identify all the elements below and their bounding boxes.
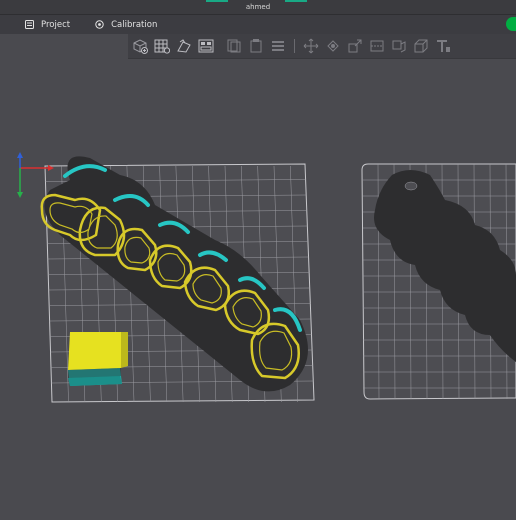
- cut-icon[interactable]: [369, 38, 385, 54]
- add-cube-icon[interactable]: [132, 38, 148, 54]
- connection-status-indicator[interactable]: [506, 17, 516, 31]
- project-tab[interactable]: Project: [25, 20, 70, 30]
- project-icon: [25, 20, 34, 29]
- grid-arrange-icon[interactable]: [154, 38, 170, 54]
- title-bar: ahmed: [0, 0, 516, 15]
- title-accent-left: [206, 0, 228, 2]
- calibration-icon: [95, 20, 104, 29]
- paste-icon[interactable]: [248, 38, 264, 54]
- 3d-viewport[interactable]: [0, 59, 516, 516]
- move-icon[interactable]: [303, 38, 319, 54]
- copy-icon[interactable]: [226, 38, 242, 54]
- calibration-label: Calibration: [111, 19, 158, 30]
- project-label: Project: [41, 19, 71, 30]
- calibration-tab[interactable]: Calibration: [95, 20, 157, 30]
- layers-icon[interactable]: [270, 38, 286, 54]
- title-accent-right: [285, 0, 307, 2]
- keyring-hole: [404, 181, 418, 191]
- build-plate-2[interactable]: [361, 163, 516, 400]
- plate-layout-icon[interactable]: [198, 38, 214, 54]
- toolbar: [128, 34, 516, 59]
- seam-icon[interactable]: [413, 38, 429, 54]
- scene-canvas: [17, 152, 516, 403]
- scale-icon[interactable]: [347, 38, 363, 54]
- window-title: ahmed: [245, 3, 271, 11]
- text-icon[interactable]: [435, 38, 451, 54]
- auto-orient-icon[interactable]: [176, 38, 192, 54]
- rotate-icon[interactable]: [325, 38, 341, 54]
- menu-bar: Project Calibration: [0, 15, 516, 34]
- cube-object[interactable]: [68, 332, 128, 386]
- support-icon[interactable]: [391, 38, 407, 54]
- toolbar-separator: [294, 39, 295, 53]
